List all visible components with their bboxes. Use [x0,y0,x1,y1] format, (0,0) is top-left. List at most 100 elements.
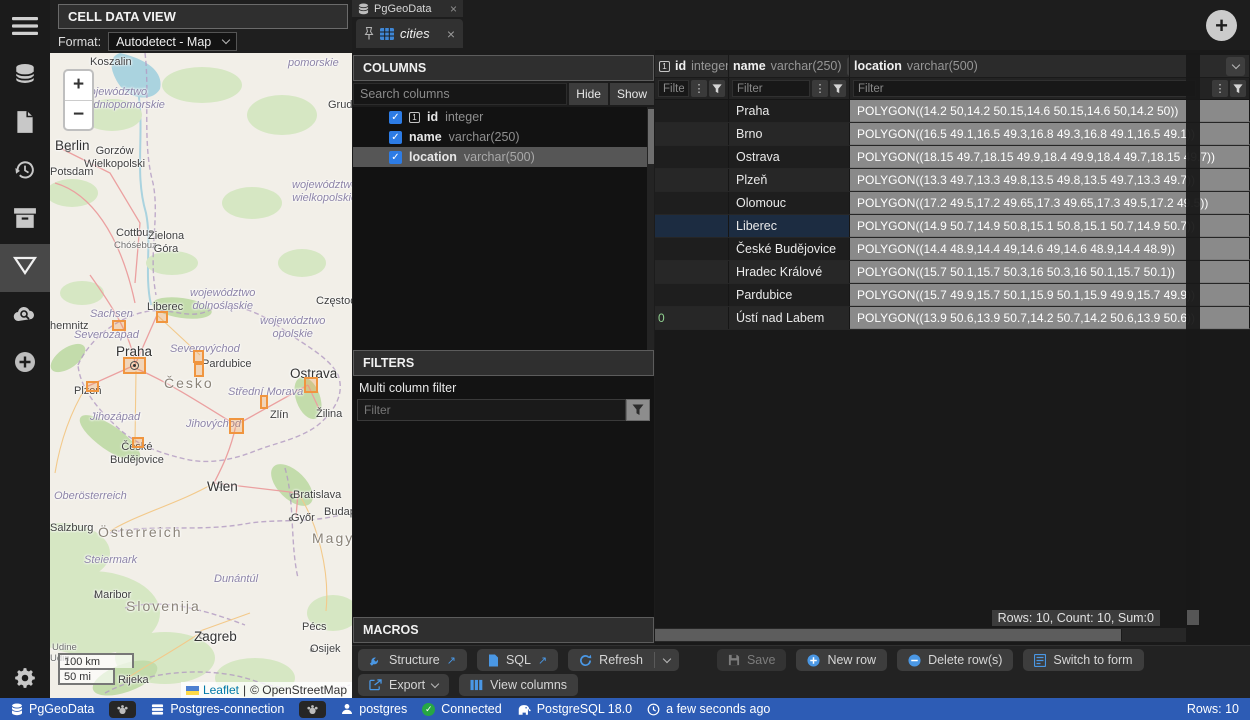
sidebar-item-database[interactable] [0,52,50,100]
cell-name[interactable]: Praha [729,100,850,122]
filter-input-id[interactable] [658,80,689,97]
view-columns-button[interactable]: View columns [459,674,578,696]
filter-apply-button[interactable] [830,80,846,97]
filter-apply-button[interactable] [709,80,725,97]
map-polygon-marker[interactable] [229,418,244,434]
apply-filter-button[interactable] [626,399,650,421]
connection-tab[interactable]: PgGeoData × [352,0,463,17]
leaflet-map[interactable]: Koszalinpomorskiewojewództwo zachodniopo… [50,53,352,698]
column-list-item-id[interactable]: ✓1idinteger [353,107,654,127]
horizontal-scrollbar[interactable] [655,628,1186,642]
leaflet-link[interactable]: Leaflet [203,683,239,697]
table-row[interactable]: PlzeňPOLYGON((13.3 49.7,13.3 49.8,13.5 4… [655,169,1250,192]
filter-apply-button[interactable] [1230,80,1246,97]
zoom-out-button[interactable]: − [65,100,92,129]
zoom-in-button[interactable]: + [65,71,92,100]
cell-id[interactable] [655,146,729,168]
map-polygon-marker[interactable] [132,437,144,448]
table-row[interactable]: 0Ústí nad LabemPOLYGON((13.9 50.6,13.9 5… [655,307,1250,330]
cell-id[interactable] [655,215,729,237]
map-polygon-marker[interactable] [194,363,204,377]
filter-menu-button[interactable]: ⋮ [1212,80,1228,97]
structure-button[interactable]: Structure ↗ [358,649,467,671]
refresh-button[interactable]: Refresh [568,649,654,671]
statusbar-app[interactable]: PgGeoData [11,702,94,716]
vertical-scrollbar-thumb[interactable] [1187,610,1199,625]
cell-id[interactable]: 0 [655,307,729,329]
table-row[interactable]: OstravaPOLYGON((18.15 49.7,18.15 49.9,18… [655,146,1250,169]
filter-menu-button[interactable]: ⋮ [812,80,828,97]
delete-rows-button[interactable]: Delete row(s) [897,649,1013,671]
close-icon[interactable]: × [450,2,457,16]
map-polygon-marker[interactable] [86,381,99,392]
refresh-dropdown-button[interactable] [655,649,679,671]
cell-id[interactable] [655,238,729,260]
sidebar-item-cloud-search[interactable] [0,292,50,340]
column-header-name[interactable]: name varchar(250) [729,55,850,77]
save-button[interactable]: Save [717,649,787,671]
checkbox-checked[interactable]: ✓ [389,151,402,164]
search-columns-input[interactable] [353,83,567,105]
vertical-scrollbar[interactable] [1186,53,1200,627]
table-row[interactable]: PardubicePOLYGON((15.7 49.9,15.7 50.1,15… [655,284,1250,307]
cell-name[interactable]: Olomouc [729,192,850,214]
checkbox-checked[interactable]: ✓ [389,131,402,144]
cell-id[interactable] [655,261,729,283]
cell-name[interactable]: Brno [729,123,850,145]
settings-button[interactable] [0,666,50,690]
table-row[interactable]: BrnoPOLYGON((16.5 49.1,16.5 49.3,16.8 49… [655,123,1250,146]
cell-name[interactable]: Ostrava [729,146,850,168]
table-row[interactable]: LiberecPOLYGON((14.9 50.7,14.9 50.8,15.1… [655,215,1250,238]
cell-name[interactable]: Plzeň [729,169,850,191]
cell-name[interactable]: Ústí nad Labem [729,307,850,329]
cell-name[interactable]: Hradec Králové [729,261,850,283]
column-header-id[interactable]: 1 id integer [655,55,729,77]
statusbar-last-refresh[interactable]: a few seconds ago [647,702,770,716]
statusbar-connection[interactable]: Postgres-connection [151,702,284,716]
table-row[interactable]: Hradec KrálovéPOLYGON((15.7 50.1,15.7 50… [655,261,1250,284]
export-button[interactable]: Export [358,674,449,696]
sidebar-item-menu[interactable] [0,4,50,52]
sidebar-item-filter-triangle[interactable] [0,244,50,292]
map-polygon-marker[interactable] [156,311,168,323]
column-list-item-name[interactable]: ✓namevarchar(250) [353,127,654,147]
table-row[interactable]: PrahaPOLYGON((14.2 50,14.2 50.15,14.6 50… [655,100,1250,123]
new-row-button[interactable]: New row [796,649,887,671]
map-polygon-marker[interactable] [304,377,318,393]
sidebar-item-archive[interactable] [0,196,50,244]
cell-id[interactable] [655,192,729,214]
cities-table-tab[interactable]: cities × [356,19,463,48]
column-list-item-location[interactable]: ✓locationvarchar(500) [353,147,654,167]
show-columns-button[interactable]: Show [610,83,654,105]
close-icon[interactable]: × [447,26,455,42]
table-row[interactable]: České BudějovicePOLYGON((14.4 48.9,14.4 … [655,238,1250,261]
columns-scrollbar[interactable] [647,107,654,350]
workspace-badge[interactable] [109,701,136,718]
checkbox-checked[interactable]: ✓ [389,111,402,124]
filter-menu-button[interactable]: ⋮ [691,80,707,97]
cell-id[interactable] [655,169,729,191]
osm-link[interactable]: © OpenStreetMap [250,683,347,697]
column-menu-button[interactable] [1226,57,1245,76]
new-tab-button[interactable]: + [1206,10,1237,41]
cell-name[interactable]: Liberec [729,215,850,237]
map-polygon-marker[interactable] [112,320,126,331]
map-polygon-marker[interactable] [260,395,268,409]
sidebar-item-history[interactable] [0,148,50,196]
table-row[interactable]: OlomoucPOLYGON((17.2 49.5,17.2 49.65,17.… [655,192,1250,215]
sidebar-item-add-circle[interactable] [0,340,50,388]
filter-input-location[interactable] [853,80,1196,97]
connection-badge[interactable] [299,701,326,718]
hide-columns-button[interactable]: Hide [569,83,608,105]
sql-button[interactable]: SQL ↗ [477,649,558,671]
cell-name[interactable]: České Budějovice [729,238,850,260]
cell-name[interactable]: Pardubice [729,284,850,306]
filter-input-name[interactable] [732,80,810,97]
switch-to-form-button[interactable]: Switch to form [1023,649,1143,671]
cell-id[interactable] [655,284,729,306]
cell-id[interactable] [655,123,729,145]
map-polygon-marker[interactable] [193,350,204,363]
multi-column-filter-input[interactable] [357,399,626,421]
sidebar-item-file[interactable] [0,100,50,148]
map-polygon-marker[interactable] [123,357,146,374]
